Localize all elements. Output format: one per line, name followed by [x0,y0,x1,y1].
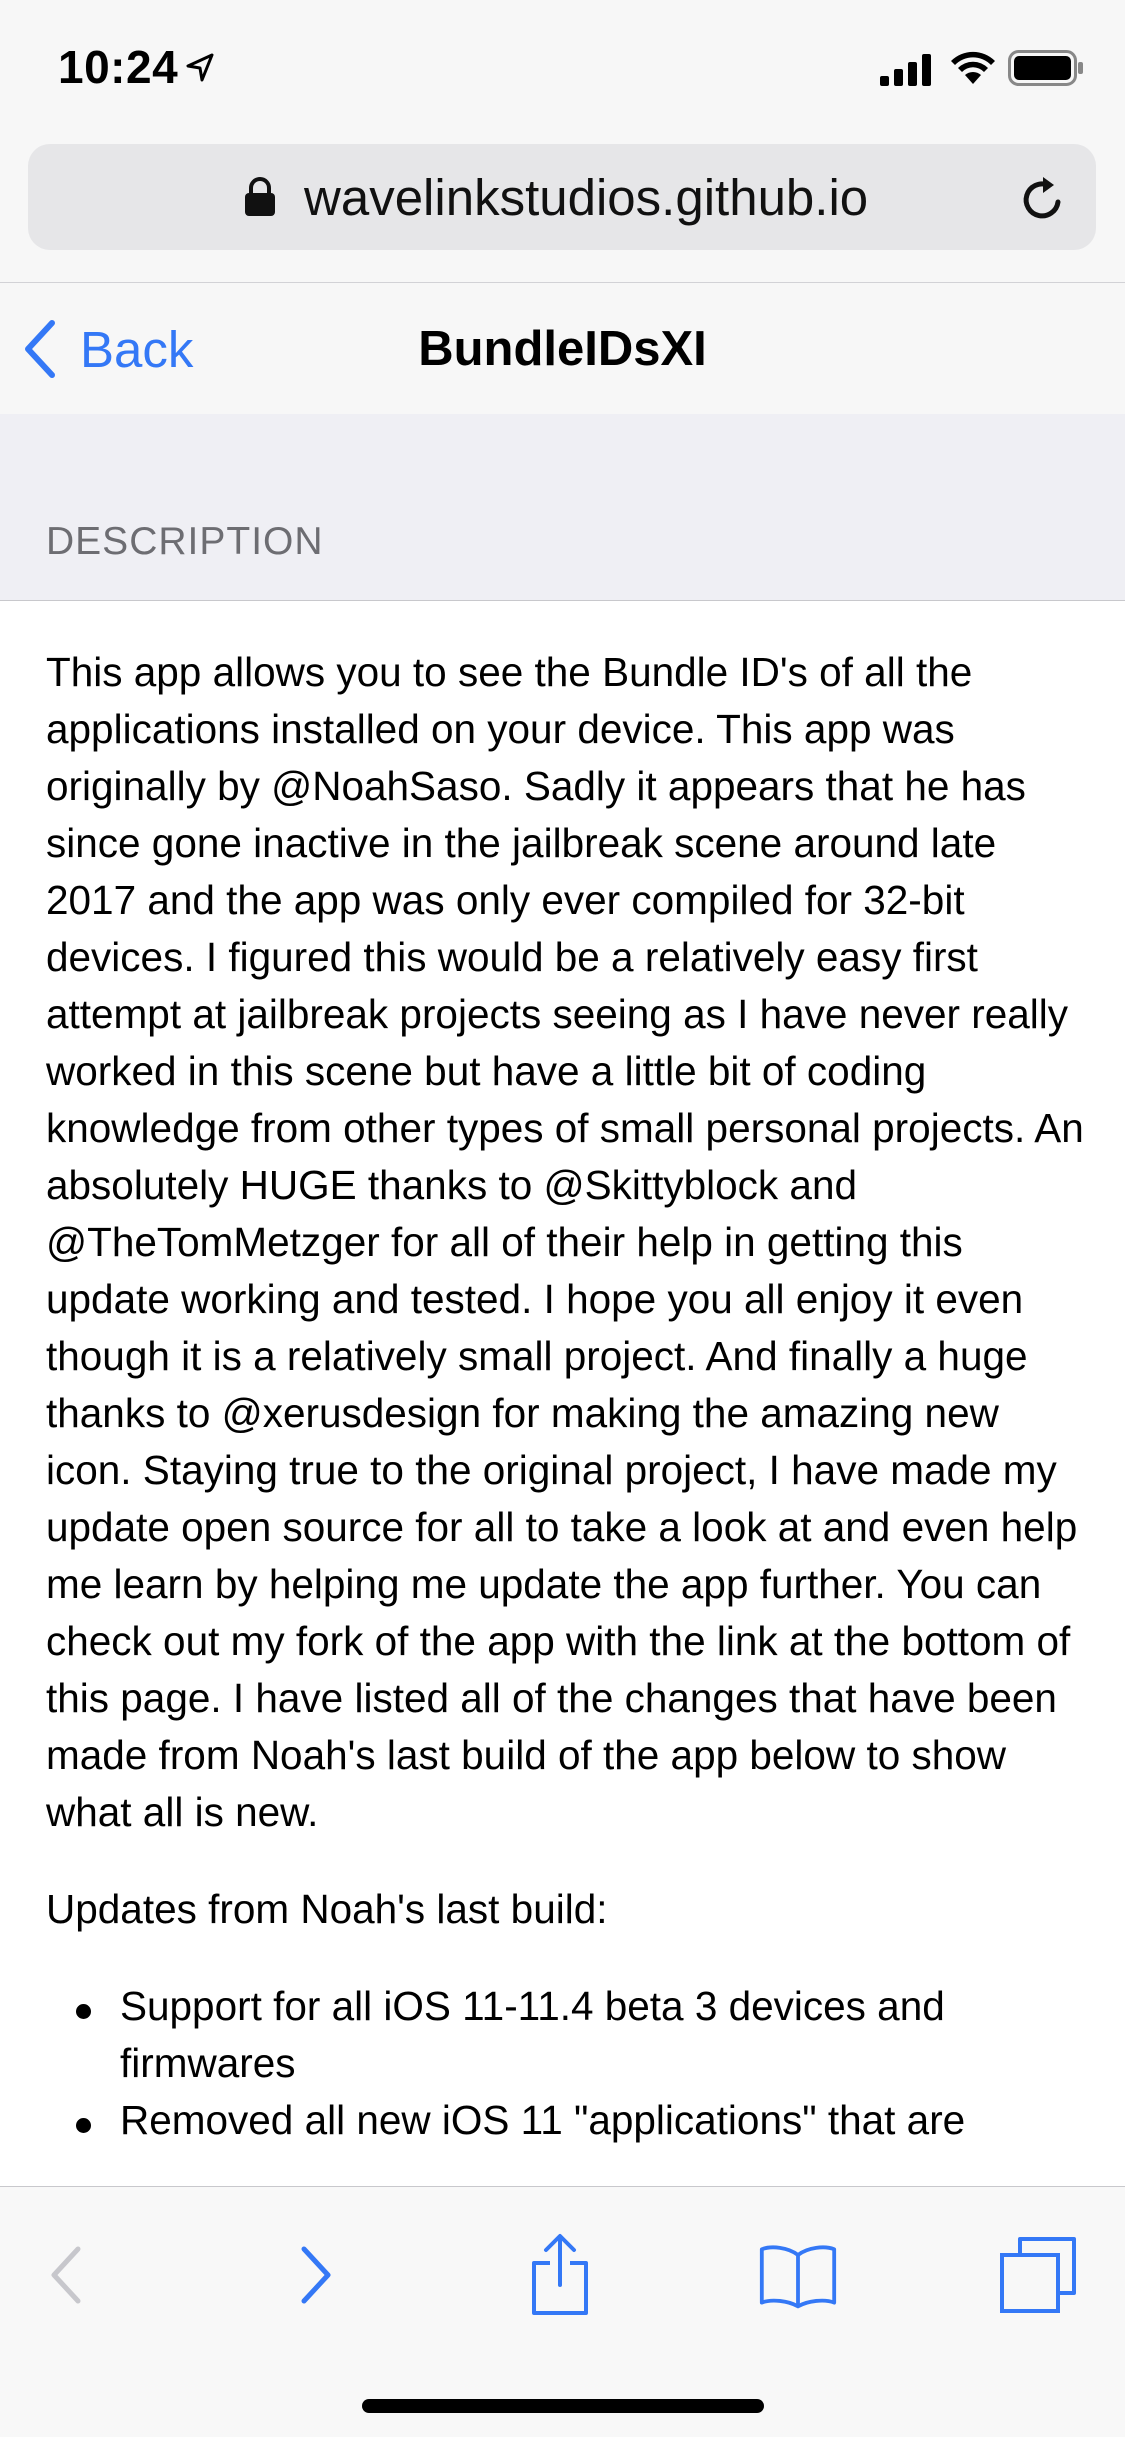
bookmarks-button[interactable] [758,2235,838,2315]
back-nav-button[interactable] [26,2235,106,2315]
status-time: 10:24 [58,41,179,93]
bookmarks-icon [759,2245,837,2309]
home-indicator[interactable] [362,2399,764,2413]
section-header-label: DESCRIPTION [46,520,324,563]
reload-icon[interactable] [1018,174,1068,224]
section-header: DESCRIPTION [0,414,1125,601]
forward-arrow-icon [301,2246,331,2304]
cellular-signal-icon [880,54,931,86]
description-text: This app allows you to see the Bundle ID… [46,649,1084,1835]
status-bar: 10:24 [0,0,1125,140]
list-item: Removed all new iOS 11 "applications" th… [76,2092,1086,2149]
share-button[interactable] [520,2234,600,2315]
navigation-bar: Back BundleIDsXI [0,282,1125,416]
address-bar-container: wavelinkstudios.github.io [0,140,1125,282]
wifi-icon [951,51,995,84]
description-content: This app allows you to see the Bundle ID… [46,644,1086,2149]
lock-icon [245,177,275,216]
location-arrow-icon [186,53,214,82]
updates-heading: Updates from Noah's last build: [46,1886,608,1932]
bottom-toolbar [0,2186,1125,2437]
forward-nav-button[interactable] [276,2235,356,2315]
back-arrow-icon [51,2246,81,2304]
list-item: Support for all iOS 11-11.4 beta 3 devic… [76,1978,1086,2092]
address-bar[interactable]: wavelinkstudios.github.io [28,144,1096,250]
tabs-button[interactable] [998,2235,1078,2315]
share-icon [532,2234,588,2315]
page-title: BundleIDsXI [418,322,707,376]
address-bar-url[interactable]: wavelinkstudios.github.io [304,168,868,227]
battery-icon [1008,50,1083,86]
updates-list: Support for all iOS 11-11.4 beta 3 devic… [46,1978,1086,2149]
tabs-icon [1000,2237,1076,2313]
